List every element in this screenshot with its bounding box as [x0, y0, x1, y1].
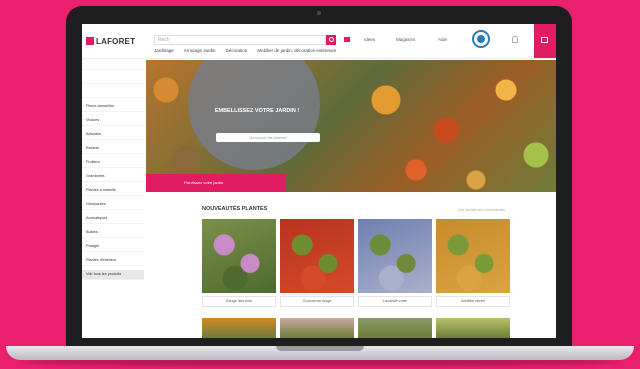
laptop-notch: [276, 346, 364, 351]
trust-badge-icon: [472, 30, 490, 48]
product-image[interactable]: [202, 318, 276, 338]
sidebar-item[interactable]: Rosiers: [82, 144, 144, 154]
sidebar-item[interactable]: Fruitiers: [82, 158, 144, 168]
product-card[interactable]: Achillée dorée: [436, 219, 510, 307]
product-image[interactable]: [358, 318, 432, 338]
sidebar-item[interactable]: Arbustes: [82, 130, 144, 140]
hero-circle: [188, 60, 320, 170]
site-header: LAFORET Rech Idées Magasins Aide Jardina…: [82, 24, 556, 59]
product-image[interactable]: [280, 219, 354, 293]
section-title: NOUVEAUTÉS PLANTES: [202, 206, 268, 212]
search-button[interactable]: [326, 35, 336, 45]
product-card[interactable]: Lavande vraie: [358, 219, 432, 307]
product-card[interactable]: Sauge des bois: [202, 219, 276, 307]
laptop-lid: LAFORET Rech Idées Magasins Aide Jardina…: [66, 6, 572, 346]
product-image[interactable]: [202, 219, 276, 293]
menu-item[interactable]: Arrosage Jardin: [184, 48, 216, 53]
main-menu: Jardinage Arrosage Jardin Décoration Mob…: [154, 48, 336, 53]
heart-icon[interactable]: [344, 37, 350, 42]
website-screen: LAFORET Rech Idées Magasins Aide Jardina…: [82, 24, 556, 338]
logo-icon: [86, 37, 94, 45]
product-card[interactable]: Crocosmia rouge: [280, 219, 354, 307]
logo-text: LAFORET: [96, 36, 136, 46]
laptop-base: [6, 346, 634, 360]
sidebar-item[interactable]: [82, 88, 144, 98]
sidebar-item[interactable]: Grimpantes: [82, 200, 144, 210]
header-link-ideas[interactable]: Idées: [364, 37, 375, 42]
menu-item[interactable]: Jardinage: [154, 48, 174, 53]
product-image[interactable]: [436, 318, 510, 338]
camera-icon: [317, 11, 321, 15]
sidebar-item[interactable]: Plantes d'intérieur: [82, 256, 144, 266]
hero-caption[interactable]: Fleurissez votre jardin: [146, 174, 286, 192]
product-label[interactable]: Lavande vraie: [358, 296, 432, 307]
header-link-stores[interactable]: Magasins: [396, 37, 415, 42]
product-image[interactable]: [280, 318, 354, 338]
header-link-help[interactable]: Aide: [438, 37, 447, 42]
sidebar-item-all[interactable]: Voir tous les produits: [82, 270, 144, 280]
menu-item[interactable]: Mobilier de jardin, décoration extérieur…: [257, 48, 336, 53]
hero-cta-button[interactable]: Découvrir les plantes: [216, 133, 320, 142]
product-image[interactable]: [436, 219, 510, 293]
sidebar-item[interactable]: Fleurs annuelles: [82, 102, 144, 112]
user-icon[interactable]: [512, 36, 518, 43]
see-all-link[interactable]: Voir toutes les nouveautés: [458, 207, 505, 212]
sidebar-item[interactable]: Aromatiques: [82, 214, 144, 224]
hero-title: EMBELLISSEZ VOTRE JARDIN !: [214, 108, 300, 114]
product-label[interactable]: Achillée dorée: [436, 296, 510, 307]
site-logo[interactable]: LAFORET: [86, 35, 135, 47]
sidebar-item[interactable]: [82, 74, 144, 84]
sidebar-item[interactable]: Bulbes: [82, 228, 144, 238]
product-label[interactable]: Crocosmia rouge: [280, 296, 354, 307]
sidebar-item[interactable]: Vivaces: [82, 116, 144, 126]
sidebar-item[interactable]: Plantes à massifs: [82, 186, 144, 196]
product-image[interactable]: [358, 219, 432, 293]
sidebar-item[interactable]: [82, 60, 144, 70]
menu-item[interactable]: Décoration: [226, 48, 248, 53]
sidebar-item[interactable]: Potager: [82, 242, 144, 252]
cart-button[interactable]: [534, 24, 556, 58]
search-input[interactable]: Rech: [154, 35, 326, 45]
category-sidebar: Fleurs annuelles Vivaces Arbustes Rosier…: [82, 60, 144, 284]
hero-banner[interactable]: EMBELLISSEZ VOTRE JARDIN ! Découvrir les…: [146, 60, 556, 192]
sidebar-item[interactable]: Graminées: [82, 172, 144, 182]
product-label[interactable]: Sauge des bois: [202, 296, 276, 307]
